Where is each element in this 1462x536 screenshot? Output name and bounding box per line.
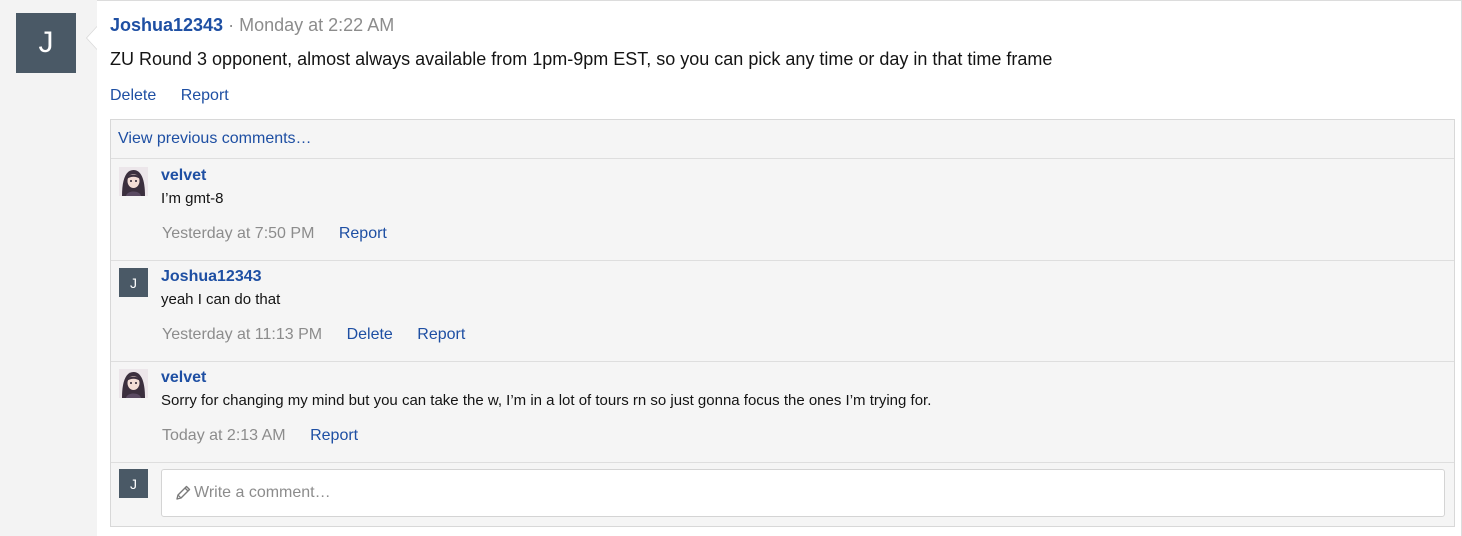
character-avatar-icon <box>119 369 148 398</box>
delete-link[interactable]: Delete <box>110 87 156 104</box>
divider <box>97 0 1462 1</box>
view-previous-comments-row: View previous comments… <box>111 120 1454 159</box>
separator: · <box>228 15 235 35</box>
comment-text: Sorry for changing my mind but you can t… <box>161 392 932 409</box>
report-link[interactable]: Report <box>310 427 358 444</box>
comment-author-link[interactable]: velvet <box>161 369 206 387</box>
comment-meta: Yesterday at 11:13 PM Delete Report <box>162 326 485 344</box>
message-header: Joshua12343 · Monday at 2:22 AM <box>110 15 394 36</box>
comment-timestamp[interactable]: Today at 2:13 AM <box>162 427 286 444</box>
comment-meta: Yesterday at 7:50 PM Report <box>162 225 407 243</box>
post-author-link[interactable]: Joshua12343 <box>110 15 223 35</box>
comment-input[interactable] <box>194 470 1434 516</box>
post-body: ZU Round 3 opponent, almost always avail… <box>110 49 1053 69</box>
comment-composer: J <box>111 462 1454 526</box>
avatar[interactable] <box>119 369 148 398</box>
comment-meta: Today at 2:13 AM Report <box>162 427 378 445</box>
avatar[interactable]: J <box>119 469 148 498</box>
view-previous-comments-link[interactable]: View previous comments… <box>118 130 312 147</box>
report-link[interactable]: Report <box>181 87 229 104</box>
comment-text: I’m gmt-8 <box>161 190 224 207</box>
comment-text: yeah I can do that <box>161 291 281 308</box>
left-rail <box>0 0 97 536</box>
comment-author-link[interactable]: Joshua12343 <box>161 268 262 286</box>
message-pointer <box>86 26 97 50</box>
pencil-icon <box>176 485 191 500</box>
character-avatar-icon <box>119 167 148 196</box>
post-actions: Delete Report <box>110 87 249 105</box>
report-link[interactable]: Report <box>339 225 387 242</box>
avatar[interactable]: J <box>119 268 148 297</box>
report-link[interactable]: Report <box>417 326 465 343</box>
comment-timestamp[interactable]: Yesterday at 7:50 PM <box>162 225 314 242</box>
comment-timestamp[interactable]: Yesterday at 11:13 PM <box>162 326 322 343</box>
comment: velvet Sorry for changing my mind but yo… <box>111 361 1454 463</box>
delete-link[interactable]: Delete <box>347 326 393 343</box>
comment-author-link[interactable]: velvet <box>161 167 206 185</box>
avatar[interactable]: J <box>16 13 76 73</box>
comment-input-box[interactable] <box>161 469 1445 517</box>
post-timestamp[interactable]: Monday at 2:22 AM <box>239 15 394 35</box>
comment: J Joshua12343 yeah I can do that Yesterd… <box>111 260 1454 362</box>
avatar[interactable] <box>119 167 148 196</box>
comment: velvet I’m gmt-8 Yesterday at 7:50 PM Re… <box>111 159 1454 261</box>
comments-panel: View previous comments… velvet I’m gmt-8… <box>110 119 1455 527</box>
